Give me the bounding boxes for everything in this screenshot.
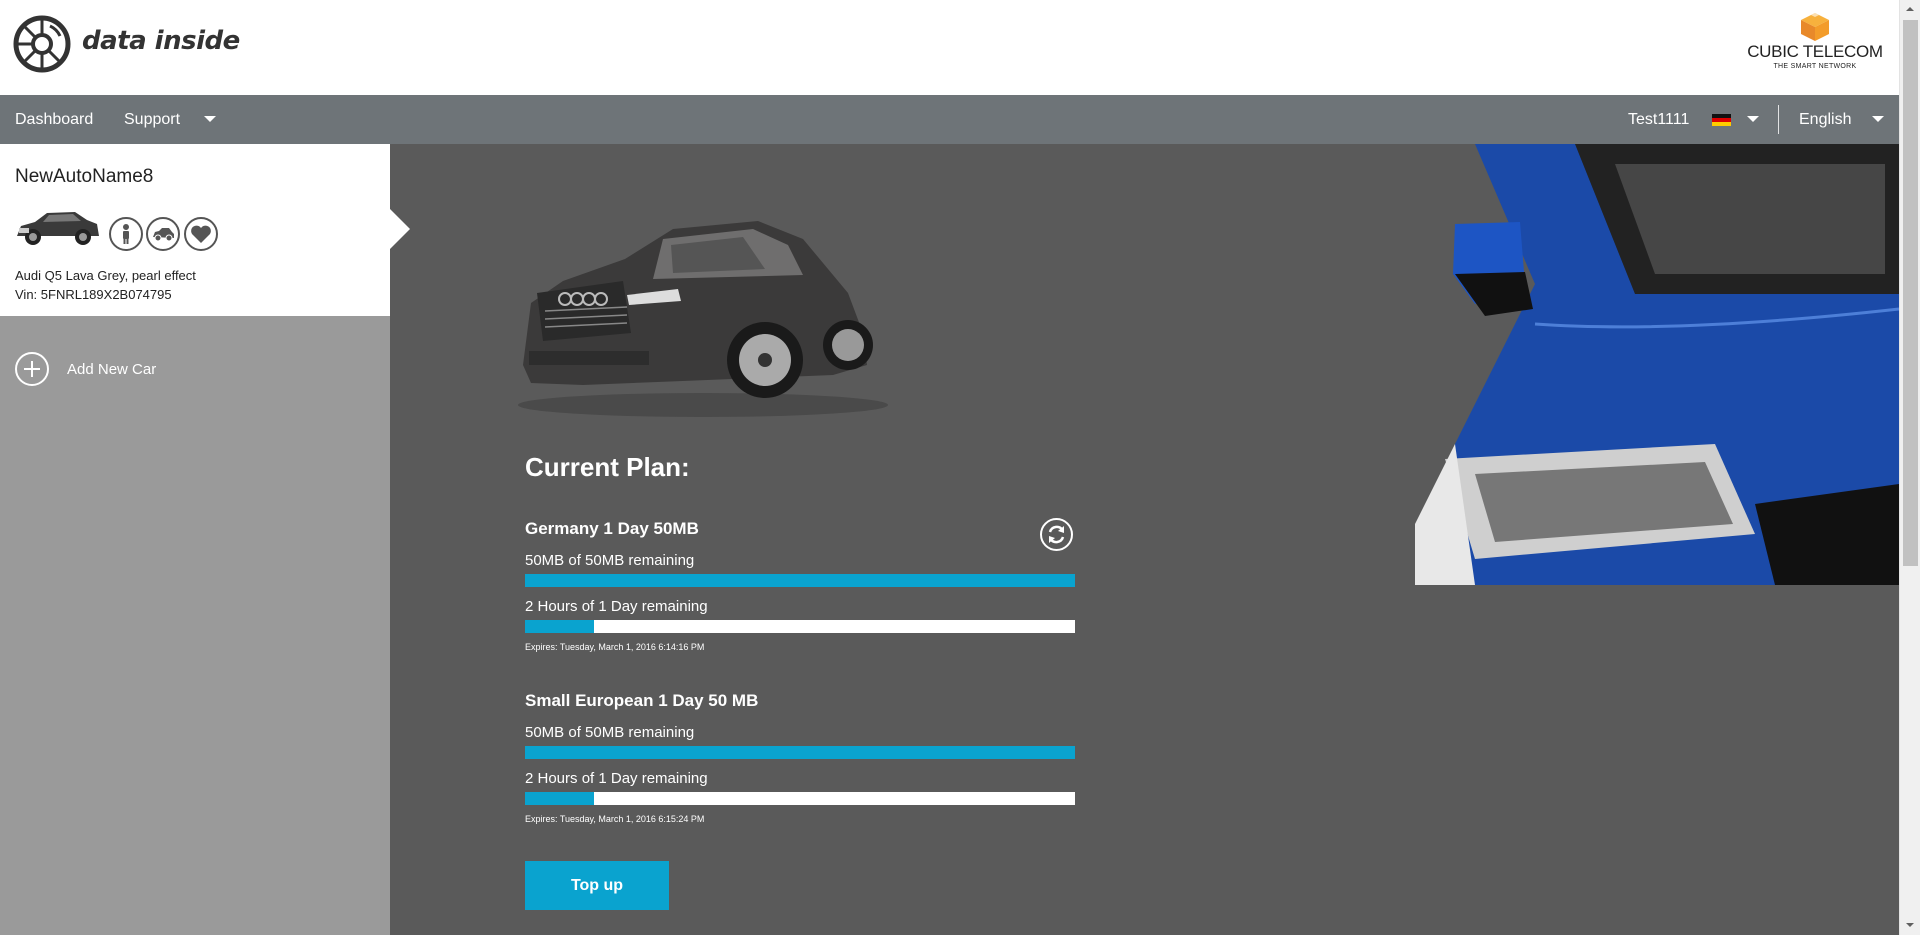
nav-dashboard[interactable]: Dashboard [15, 95, 93, 144]
blue-car-banner-image [1415, 144, 1899, 585]
add-new-car-label: Add New Car [67, 361, 157, 378]
selected-car-card[interactable]: NewAutoName8 Audi Q5 Lava Grey, pearl ef… [0, 144, 390, 316]
time-usage-bar [525, 792, 1075, 805]
logo-text[interactable]: data inside [82, 26, 240, 56]
heart-glyph-icon [191, 225, 211, 243]
current-plan-title: Current Plan: [525, 452, 690, 482]
time-usage-label: 2 Hours of 1 Day remaining [525, 598, 708, 615]
time-usage-label: 2 Hours of 1 Day remaining [525, 770, 708, 787]
app-header: data inside CUBIC TELECOM THE SMART NETW… [0, 0, 1899, 95]
sidebar: NewAutoName8 Audi Q5 Lava Grey, pearl ef… [0, 144, 390, 935]
refresh-glyph-icon [1048, 525, 1065, 544]
plus-circle-icon [15, 352, 49, 386]
time-usage-fill [525, 792, 594, 805]
language-chevron-down-icon[interactable] [1872, 116, 1884, 122]
germany-flag-icon [1712, 114, 1731, 126]
expires-label: Expires: Tuesday, March 1, 2016 6:15:24 … [525, 814, 705, 824]
plan-card-1: Germany 1 Day 50MB 50MB of 50MB remainin… [525, 519, 1075, 654]
brand-tagline: THE SMART NETWORK [1773, 63, 1857, 70]
nav-divider [1778, 105, 1779, 134]
plan-name: Germany 1 Day 50MB [525, 519, 699, 538]
scroll-thumb[interactable] [1903, 20, 1918, 566]
car-vin: Vin: 5FNRL189X2B074795 [15, 287, 172, 302]
data-usage-fill [525, 574, 1075, 587]
selected-card-pointer [390, 209, 410, 249]
wheel-logo-icon[interactable] [12, 14, 72, 74]
plan-name: Small European 1 Day 50 MB [525, 691, 759, 710]
data-usage-label: 50MB of 50MB remaining [525, 724, 695, 741]
time-usage-bar [525, 620, 1075, 633]
nav-support[interactable]: Support [124, 95, 180, 144]
car-hero-image [518, 221, 888, 417]
plan-card-2: Small European 1 Day 50 MB 50MB of 50MB … [525, 691, 1075, 826]
car-name: NewAutoName8 [15, 166, 154, 187]
page-scrollbar[interactable] [1899, 0, 1920, 935]
person-icon[interactable] [109, 217, 143, 251]
brand-name: CUBIC TELECOM [1747, 42, 1883, 61]
car-glyph-icon [153, 228, 174, 242]
nav-bar: Dashboard Support Test1111 English [0, 95, 1899, 144]
data-usage-bar [525, 574, 1075, 587]
user-menu[interactable]: Test1111 [1628, 95, 1689, 144]
time-usage-fill [525, 620, 594, 633]
refresh-icon[interactable] [1040, 518, 1073, 551]
top-up-button[interactable]: Top up [525, 861, 669, 910]
scroll-up-icon[interactable] [1906, 7, 1914, 11]
blue-car-graphic [1415, 144, 1899, 585]
heart-icon[interactable] [184, 217, 218, 251]
car-icon[interactable] [146, 217, 180, 251]
support-chevron-down-icon[interactable] [204, 116, 216, 122]
data-usage-bar [525, 746, 1075, 759]
user-chevron-down-icon[interactable] [1747, 116, 1759, 122]
person-glyph-icon [123, 224, 129, 244]
cube-logo-icon [1801, 13, 1829, 41]
data-usage-fill [525, 746, 1075, 759]
data-usage-label: 50MB of 50MB remaining [525, 552, 695, 569]
expires-label: Expires: Tuesday, March 1, 2016 6:14:16 … [525, 642, 705, 652]
car-thumbnail [17, 212, 99, 245]
car-model: Audi Q5 Lava Grey, pearl effect [15, 268, 196, 283]
language-select[interactable]: English [1799, 95, 1851, 144]
scroll-down-icon[interactable] [1906, 923, 1914, 927]
cubic-telecom-logo: CUBIC TELECOM THE SMART NETWORK [1745, 12, 1885, 78]
